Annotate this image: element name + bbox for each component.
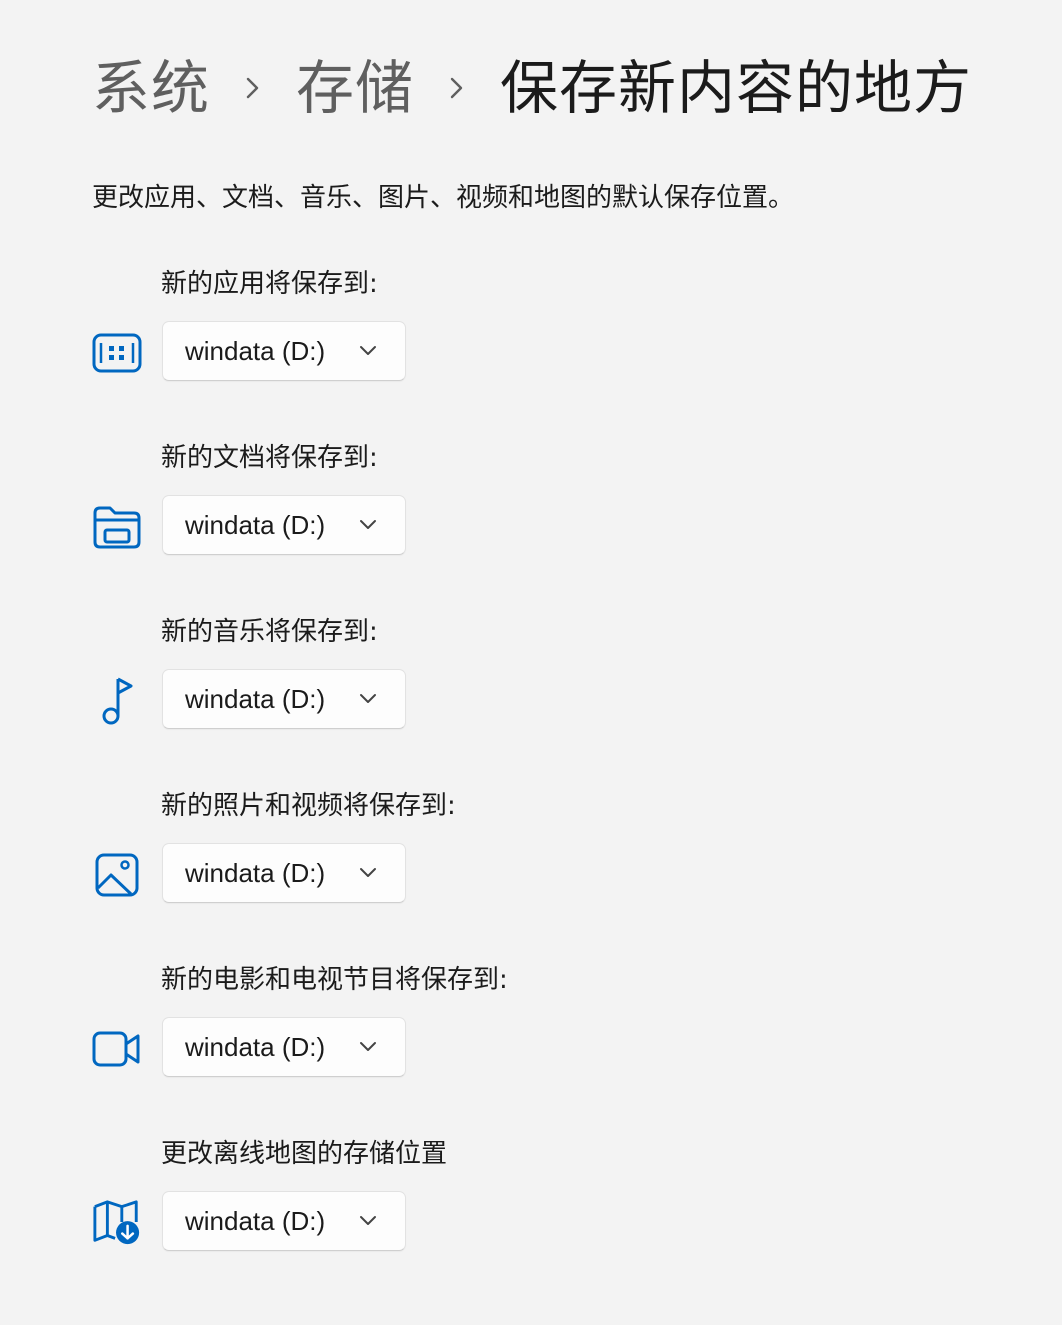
setting-label: 更改离线地图的存储位置: [161, 1139, 448, 1169]
setting-label: 新的文档将保存到:: [161, 443, 378, 473]
setting-label: 新的音乐将保存到:: [161, 617, 378, 647]
chevron-down-icon: [359, 865, 377, 881]
dropdown-value: windata (D:): [185, 858, 326, 888]
offline-map-icon: [92, 1198, 142, 1248]
chevron-down-icon: [359, 691, 377, 707]
setting-new-apps: 新的应用将保存到: windata (D:): [92, 266, 792, 396]
documents-location-dropdown[interactable]: windata (D:): [162, 495, 406, 555]
video-camera-icon: [92, 1024, 142, 1074]
dropdown-value: windata (D:): [185, 1206, 326, 1236]
chevron-down-icon: [359, 517, 377, 533]
dropdown-value: windata (D:): [185, 336, 326, 366]
breadcrumb: 系统 存储 保存新内容的地方: [92, 48, 972, 128]
picture-icon: [92, 850, 142, 900]
apps-location-dropdown[interactable]: windata (D:): [162, 321, 406, 381]
dropdown-value: windata (D:): [185, 684, 326, 714]
dropdown-value: windata (D:): [185, 510, 326, 540]
setting-new-photos-videos: 新的照片和视频将保存到: windata (D:): [92, 788, 792, 918]
breadcrumb-item-storage[interactable]: 存储: [296, 48, 414, 128]
chevron-right-icon: [414, 48, 500, 128]
chevron-down-icon: [359, 1039, 377, 1055]
page-description: 更改应用、文档、音乐、图片、视频和地图的默认保存位置。: [92, 183, 795, 213]
setting-offline-maps: 更改离线地图的存储位置 windata (D:): [92, 1136, 792, 1266]
offline-maps-location-dropdown[interactable]: windata (D:): [162, 1191, 406, 1251]
photos-videos-location-dropdown[interactable]: windata (D:): [162, 843, 406, 903]
chevron-right-icon: [210, 48, 296, 128]
page-title: 保存新内容的地方: [500, 54, 973, 122]
documents-folder-icon: [92, 502, 142, 552]
apps-icon: [92, 328, 142, 378]
movies-tv-location-dropdown[interactable]: windata (D:): [162, 1017, 406, 1077]
breadcrumb-item-system[interactable]: 系统: [92, 48, 210, 128]
setting-label: 新的照片和视频将保存到:: [161, 791, 456, 821]
setting-new-music: 新的音乐将保存到: windata (D:): [92, 614, 792, 744]
setting-new-movies-tv: 新的电影和电视节目将保存到: windata (D:): [92, 962, 792, 1092]
chevron-down-icon: [359, 1213, 377, 1229]
storage-save-locations-page: 系统 存储 保存新内容的地方 更改应用、文档、音乐、图片、视频和地图的默认保存位…: [0, 0, 1062, 1325]
music-location-dropdown[interactable]: windata (D:): [162, 669, 406, 729]
setting-label: 新的应用将保存到:: [161, 269, 378, 299]
music-note-icon: [92, 676, 142, 726]
setting-new-documents: 新的文档将保存到: windata (D:): [92, 440, 792, 570]
dropdown-value: windata (D:): [185, 1032, 326, 1062]
chevron-down-icon: [359, 343, 377, 359]
setting-label: 新的电影和电视节目将保存到:: [161, 965, 508, 995]
